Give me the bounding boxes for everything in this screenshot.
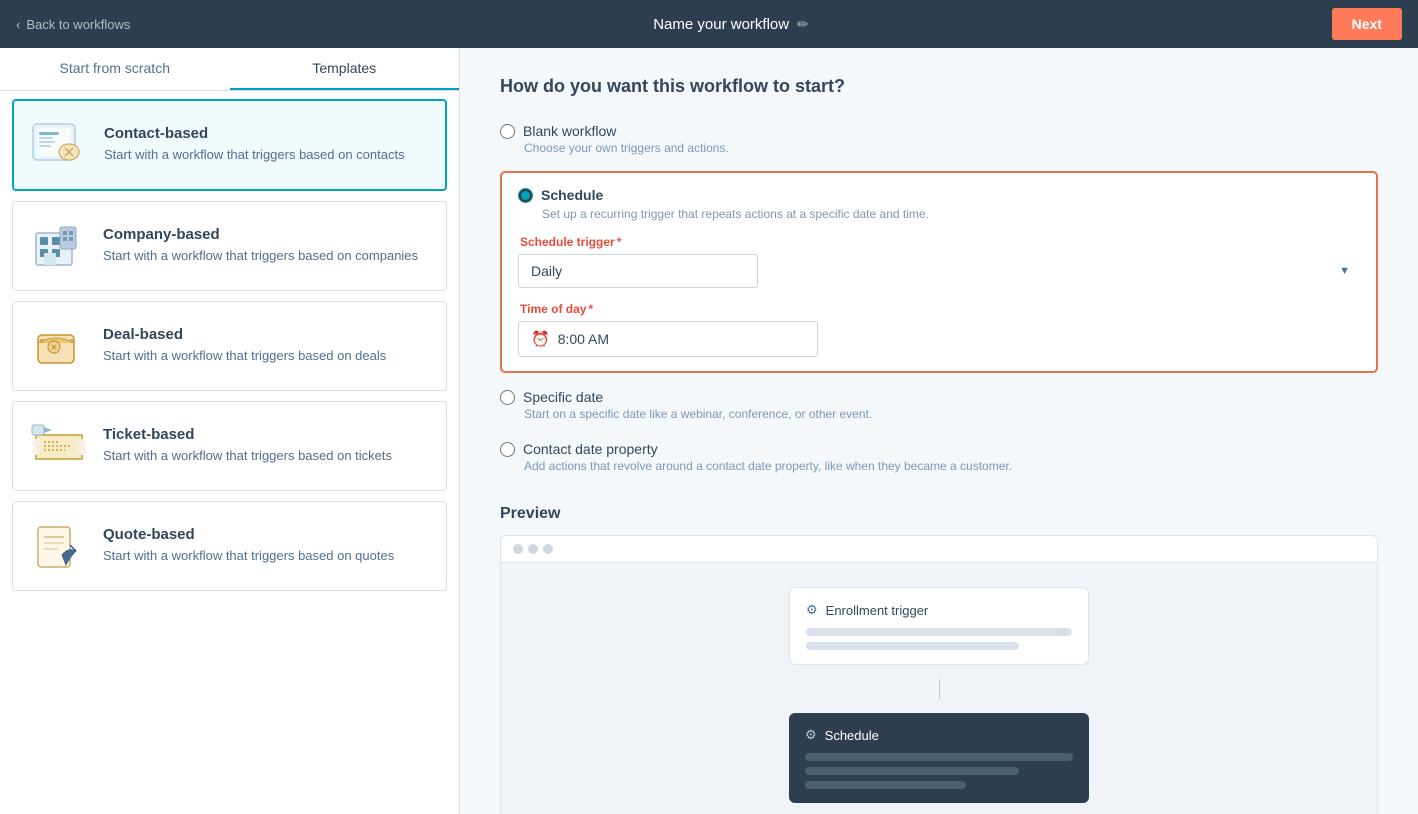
option-blank[interactable]: Blank workflow Choose your own triggers … [500, 115, 1378, 163]
ticket-icon [29, 416, 89, 476]
schedule-trigger-select[interactable]: Daily Weekly Monthly [518, 254, 758, 288]
chevron-left-icon: ‹ [16, 17, 20, 32]
enrollment-node-header: ⚙ Enrollment trigger [806, 602, 1072, 618]
workflow-card-list: Contact-based Start with a workflow that… [0, 91, 459, 814]
card-ticket-desc: Start with a workflow that triggers base… [103, 447, 392, 465]
workflow-start-options: Blank workflow Choose your own triggers … [500, 115, 1378, 481]
label-blank: Blank workflow [523, 123, 616, 139]
option-schedule-box: Schedule Set up a recurring trigger that… [500, 171, 1378, 373]
company-icon [29, 216, 89, 276]
edit-title-icon[interactable]: ✏ [797, 16, 809, 33]
card-contact[interactable]: Contact-based Start with a workflow that… [12, 99, 447, 191]
card-contact-desc: Start with a workflow that triggers base… [104, 146, 405, 164]
enrollment-node-lines [806, 628, 1072, 650]
option-contact-date[interactable]: Contact date property Add actions that r… [500, 433, 1378, 481]
card-quote-desc: Start with a workflow that triggers base… [103, 547, 394, 565]
tab-scratch[interactable]: Start from scratch [0, 48, 230, 90]
label-schedule: Schedule [541, 187, 603, 203]
radio-contact-date[interactable] [500, 442, 515, 457]
option-specific-date[interactable]: Specific date Start on a specific date l… [500, 381, 1378, 429]
schedule-node: ⚙ Schedule [789, 713, 1089, 803]
preview-line-dark-2 [805, 767, 1019, 775]
preview-content: ⚙ Enrollment trigger ⚙ Schedul [501, 563, 1377, 814]
enrollment-trigger-node: ⚙ Enrollment trigger [789, 587, 1089, 665]
radio-schedule[interactable] [518, 188, 533, 203]
sub-contact-date: Add actions that revolve around a contac… [524, 459, 1378, 473]
back-label: Back to workflows [26, 17, 130, 32]
card-ticket-title: Ticket-based [103, 426, 392, 443]
back-to-workflows-button[interactable]: ‹ Back to workflows [16, 17, 130, 32]
card-deal[interactable]: Deal-based Start with a workflow that tr… [12, 301, 447, 391]
card-contact-title: Contact-based [104, 125, 405, 142]
label-contact-date: Contact date property [523, 441, 658, 457]
preview-section: Preview ⚙ Enrollment trigger [500, 505, 1378, 814]
left-panel: Start from scratch Templates [0, 48, 460, 814]
sub-blank: Choose your own triggers and actions. [524, 141, 1378, 155]
card-contact-text: Contact-based Start with a workflow that… [104, 125, 405, 164]
dropdown-arrow-icon: ▼ [1339, 265, 1350, 277]
sub-schedule: Set up a recurring trigger that repeats … [542, 207, 1360, 221]
quote-icon [29, 516, 89, 576]
preview-line-2 [806, 642, 1019, 650]
card-company-desc: Start with a workflow that triggers base… [103, 247, 418, 265]
preview-window-bar [501, 536, 1377, 563]
window-dot-2 [528, 544, 538, 554]
card-company-text: Company-based Start with a workflow that… [103, 226, 418, 265]
next-button[interactable]: Next [1332, 8, 1402, 40]
card-ticket-text: Ticket-based Start with a workflow that … [103, 426, 392, 465]
card-company[interactable]: Company-based Start with a workflow that… [12, 201, 447, 291]
tab-templates[interactable]: Templates [230, 48, 460, 90]
preview-title: Preview [500, 505, 1378, 523]
enrollment-node-icon: ⚙ [806, 602, 818, 618]
preview-connector [939, 679, 940, 699]
card-deal-desc: Start with a workflow that triggers base… [103, 347, 386, 365]
main-layout: Start from scratch Templates [0, 48, 1418, 814]
card-ticket[interactable]: Ticket-based Start with a workflow that … [12, 401, 447, 491]
preview-line-dark-1 [805, 753, 1073, 761]
card-quote-text: Quote-based Start with a workflow that t… [103, 526, 394, 565]
schedule-node-lines [805, 753, 1073, 789]
sub-specific-date: Start on a specific date like a webinar,… [524, 407, 1378, 421]
card-quote-title: Quote-based [103, 526, 394, 543]
label-specific-date: Specific date [523, 389, 603, 405]
contact-icon [30, 115, 90, 175]
workflow-title: Name your workflow ✏ [653, 16, 809, 33]
deal-icon [29, 316, 89, 376]
enrollment-node-title: Enrollment trigger [826, 603, 929, 618]
schedule-trigger-wrapper: Daily Weekly Monthly ▼ [518, 254, 1360, 288]
workflow-type-tabs: Start from scratch Templates [0, 48, 459, 91]
time-input-row[interactable]: ⏰ [518, 321, 818, 357]
window-dot-3 [543, 544, 553, 554]
window-dot-1 [513, 544, 523, 554]
preview-window: ⚙ Enrollment trigger ⚙ Schedul [500, 535, 1378, 814]
preview-line-1 [806, 628, 1072, 636]
time-field-label: Time of day* [518, 302, 1360, 316]
schedule-node-icon: ⚙ [805, 727, 817, 743]
card-company-title: Company-based [103, 226, 418, 243]
time-input[interactable] [558, 331, 805, 347]
clock-icon: ⏰ [531, 330, 550, 348]
schedule-node-title: Schedule [825, 728, 879, 743]
radio-specific-date[interactable] [500, 390, 515, 405]
preview-line-dark-3 [805, 781, 966, 789]
card-deal-title: Deal-based [103, 326, 386, 343]
title-text: Name your workflow [653, 16, 789, 33]
radio-blank[interactable] [500, 124, 515, 139]
workflow-start-question: How do you want this workflow to start? [500, 76, 1378, 97]
top-nav: ‹ Back to workflows Name your workflow ✏… [0, 0, 1418, 48]
trigger-field-label: Schedule trigger* [518, 235, 1360, 249]
schedule-node-header: ⚙ Schedule [805, 727, 1073, 743]
card-deal-text: Deal-based Start with a workflow that tr… [103, 326, 386, 365]
right-panel: How do you want this workflow to start? … [460, 48, 1418, 814]
card-quote[interactable]: Quote-based Start with a workflow that t… [12, 501, 447, 591]
schedule-title-row: Schedule [518, 187, 1360, 203]
